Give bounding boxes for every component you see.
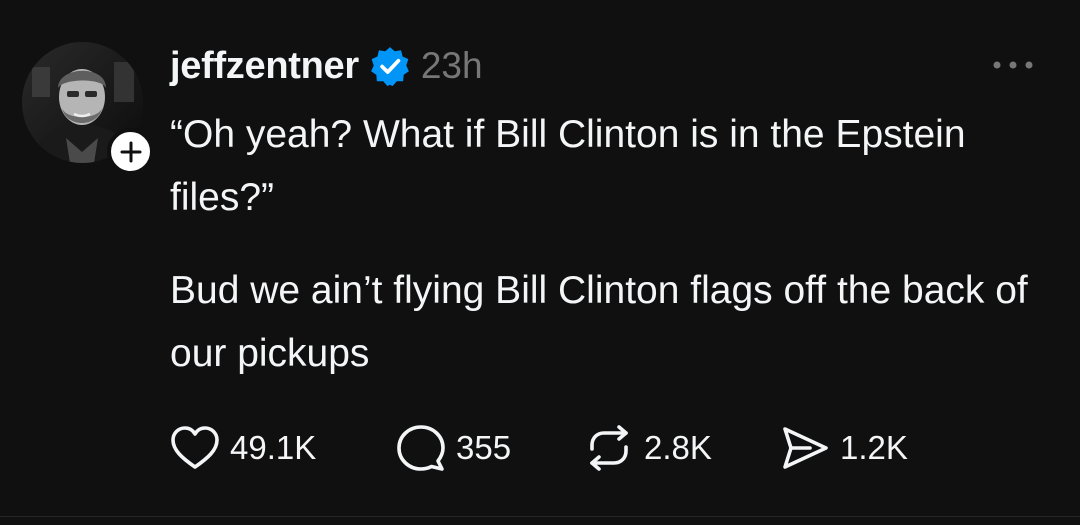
avatar-container — [22, 42, 154, 175]
username[interactable]: jeffzentner — [170, 45, 359, 88]
repost-button[interactable]: 2.8K — [584, 425, 780, 471]
repost-icon — [590, 425, 628, 471]
share-count: 1.2K — [840, 429, 908, 466]
post-header: jeffzentner 23h — [170, 40, 483, 92]
repost-count: 2.8K — [644, 429, 712, 466]
plus-icon — [120, 141, 141, 162]
follow-button[interactable] — [107, 128, 154, 175]
send-icon — [783, 427, 828, 469]
reply-button[interactable]: 355 — [396, 423, 584, 473]
divider — [0, 516, 1080, 517]
post-timestamp: 23h — [420, 45, 483, 86]
reply-count: 355 — [456, 429, 512, 466]
share-button[interactable]: 1.2K — [780, 425, 908, 471]
post-text-paragraph: Bud we ain’t flying Bill Clinton flags o… — [170, 269, 1028, 375]
comment-icon — [397, 425, 445, 471]
action-bar: 49.1K 355 2.8K 1.2K — [170, 420, 908, 476]
thread-post: jeffzentner 23h “Oh yeah? What if Bill C… — [0, 0, 1080, 525]
post-text-paragraph: “Oh yeah? What if Bill Clinton is in the… — [170, 113, 966, 219]
more-horizontal-icon — [993, 61, 1033, 69]
heart-icon — [171, 426, 219, 469]
verified-badge-icon — [370, 47, 409, 86]
more-options-button[interactable] — [990, 52, 1036, 78]
like-count: 49.1K — [230, 429, 317, 466]
like-button[interactable]: 49.1K — [170, 425, 396, 471]
